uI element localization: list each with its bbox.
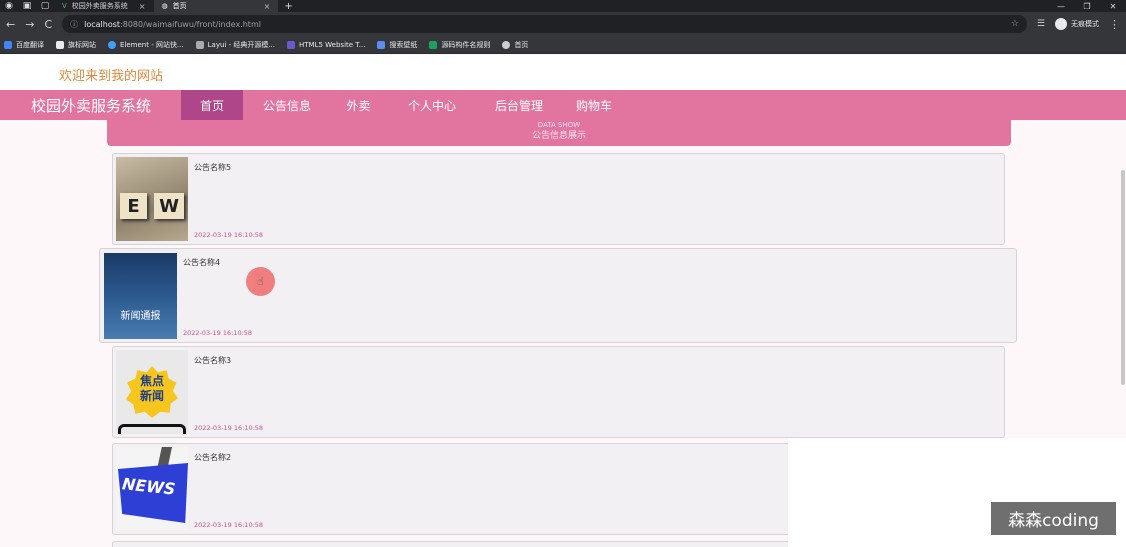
- bookmark-icon: [287, 40, 296, 49]
- scrollbar[interactable]: [1121, 170, 1125, 385]
- new-tab-icon[interactable]: +: [278, 0, 298, 12]
- pinned-tab-icon[interactable]: ▣: [18, 0, 36, 12]
- incognito-icon: [1055, 18, 1067, 30]
- bookmark-item[interactable]: HTML5 Website T...: [287, 40, 365, 49]
- notice-title: 公告名称4: [183, 258, 221, 267]
- close-icon[interactable]: ×: [264, 2, 271, 11]
- bookmark-icon: [108, 40, 116, 49]
- tab-title: 首页: [172, 2, 187, 10]
- forward-icon[interactable]: →: [25, 18, 34, 31]
- thumbnail-caption: 新闻通报: [120, 311, 161, 322]
- thumbnail-letter: E: [120, 193, 147, 219]
- notice-card[interactable]: 新闻通报 公告名称4 2022-03-19 16:10:58: [99, 248, 1017, 343]
- mouse-cursor-highlight: ☝: [246, 267, 275, 296]
- folder-icon: [56, 40, 64, 49]
- notice-thumbnail: NEWS: [116, 447, 188, 531]
- notice-thumbnail: E W: [116, 157, 188, 241]
- thumbnail-caption: 焦点 新闻: [139, 374, 164, 403]
- section-header: DATA SHOW 公告信息展示: [107, 120, 1011, 146]
- star-icon[interactable]: ☆: [1011, 19, 1019, 29]
- tab-home[interactable]: ◍ 首页 ×: [153, 0, 279, 12]
- more-icon[interactable]: ⋮: [1109, 18, 1120, 31]
- browser-tab-bar: ◉ ▣ ▢ V 校园外卖服务系统 × ◍ 首页 × + — ❐ ✕: [0, 0, 1126, 12]
- bookmark-icon: [195, 40, 204, 49]
- bookmark-icon: [429, 40, 438, 49]
- minimize-icon[interactable]: —: [1048, 0, 1074, 12]
- bookmark-item[interactable]: 源码构件名规则: [429, 40, 490, 50]
- bookmark-icon: [4, 40, 12, 49]
- window-close-icon[interactable]: ✕: [1100, 0, 1126, 12]
- bookmark-item[interactable]: 搜索壁纸: [377, 40, 417, 50]
- notice-thumbnail: 焦点 新闻: [116, 350, 188, 434]
- info-icon: ⓘ: [70, 19, 79, 29]
- nav-personal-center[interactable]: 个人中心: [386, 90, 478, 120]
- vue-icon: V: [62, 2, 67, 10]
- address-bar-row: ← → C ⓘ localhost:8080/waimaifuwu/front/…: [0, 12, 1126, 36]
- bookmark-item[interactable]: 百度翻译: [4, 40, 44, 50]
- watermark: 森森coding: [991, 502, 1116, 535]
- globe-icon: [502, 40, 511, 49]
- url-path: :8080/waimaifuwu/front/index.html: [120, 19, 261, 29]
- notice-title: 公告名称2: [194, 453, 232, 462]
- reading-list-icon[interactable]: ☰: [1037, 19, 1045, 29]
- close-icon[interactable]: ×: [139, 2, 146, 11]
- bookmarks-bar: 百度翻译 旗标网站 Element - 网站快... Layui - 经典开源模…: [0, 36, 1126, 54]
- notice-title: 公告名称5: [194, 163, 232, 172]
- nav-home[interactable]: 首页: [181, 90, 243, 120]
- notice-date: 2022-03-19 16:10:58: [194, 231, 264, 239]
- tab-system[interactable]: V 校园外卖服务系统 ×: [54, 0, 154, 12]
- phone-icon: [118, 424, 186, 434]
- nav-takeout[interactable]: 外卖: [331, 90, 386, 120]
- pinned-tab-icon[interactable]: ▢: [36, 0, 54, 12]
- notice-card[interactable]: 焦点 新闻 公告名称3 2022-03-19 16:10:58: [112, 346, 1005, 438]
- globe-icon: ◍: [161, 2, 168, 10]
- bookmark-icon: [377, 40, 386, 49]
- bookmark-item[interactable]: Element - 网站快...: [108, 40, 184, 50]
- nav-admin[interactable]: 后台管理: [478, 90, 560, 120]
- restore-icon[interactable]: ❐: [1074, 0, 1100, 12]
- url-host: localhost: [84, 19, 121, 29]
- nav-notices[interactable]: 公告信息: [243, 90, 331, 120]
- welcome-bar: 欢迎来到我的网站: [0, 55, 1126, 90]
- main-navbar: 校园外卖服务系统 首页 公告信息 外卖 个人中心 后台管理 购物车: [0, 90, 1126, 120]
- site-title: 校园外卖服务系统: [31, 96, 152, 115]
- profile-label: 无痕模式: [1071, 20, 1099, 28]
- web-page: 欢迎来到我的网站 校园外卖服务系统 首页 公告信息 外卖 个人中心 后台管理 购…: [0, 55, 1126, 547]
- nav-cart[interactable]: 购物车: [560, 90, 628, 120]
- browser-menu-icon[interactable]: ◉: [0, 0, 18, 12]
- hand-cursor-icon: ☝: [257, 275, 264, 288]
- bookmark-item[interactable]: Layui - 经典开源模...: [195, 40, 275, 50]
- bookmark-item[interactable]: 旗标网站: [56, 40, 96, 50]
- notice-title: 公告名称3: [194, 356, 232, 365]
- notice-thumbnail: 新闻通报: [104, 253, 177, 339]
- notice-card[interactable]: E W 公告名称5 2022-03-19 16:10:58: [112, 153, 1005, 245]
- notice-date: 2022-03-19 16:10:58: [194, 521, 264, 529]
- back-icon[interactable]: ←: [6, 18, 15, 31]
- thumbnail-letter: W: [154, 193, 184, 219]
- tab-title: 校园外卖服务系统: [71, 2, 128, 10]
- notice-date: 2022-03-19 16:10:58: [194, 424, 264, 432]
- welcome-text: 欢迎来到我的网站: [59, 69, 164, 84]
- bookmark-item[interactable]: 首页: [502, 40, 528, 50]
- profile-button[interactable]: 无痕模式: [1055, 18, 1099, 30]
- url-input[interactable]: ⓘ localhost:8080/waimaifuwu/front/index.…: [62, 15, 1027, 33]
- window-controls: — ❐ ✕: [1048, 0, 1126, 12]
- notice-date: 2022-03-19 16:10:58: [183, 329, 253, 337]
- reload-icon[interactable]: C: [44, 18, 52, 31]
- section-title-en: DATA SHOW: [537, 121, 581, 129]
- section-title-zh: 公告信息展示: [531, 131, 586, 141]
